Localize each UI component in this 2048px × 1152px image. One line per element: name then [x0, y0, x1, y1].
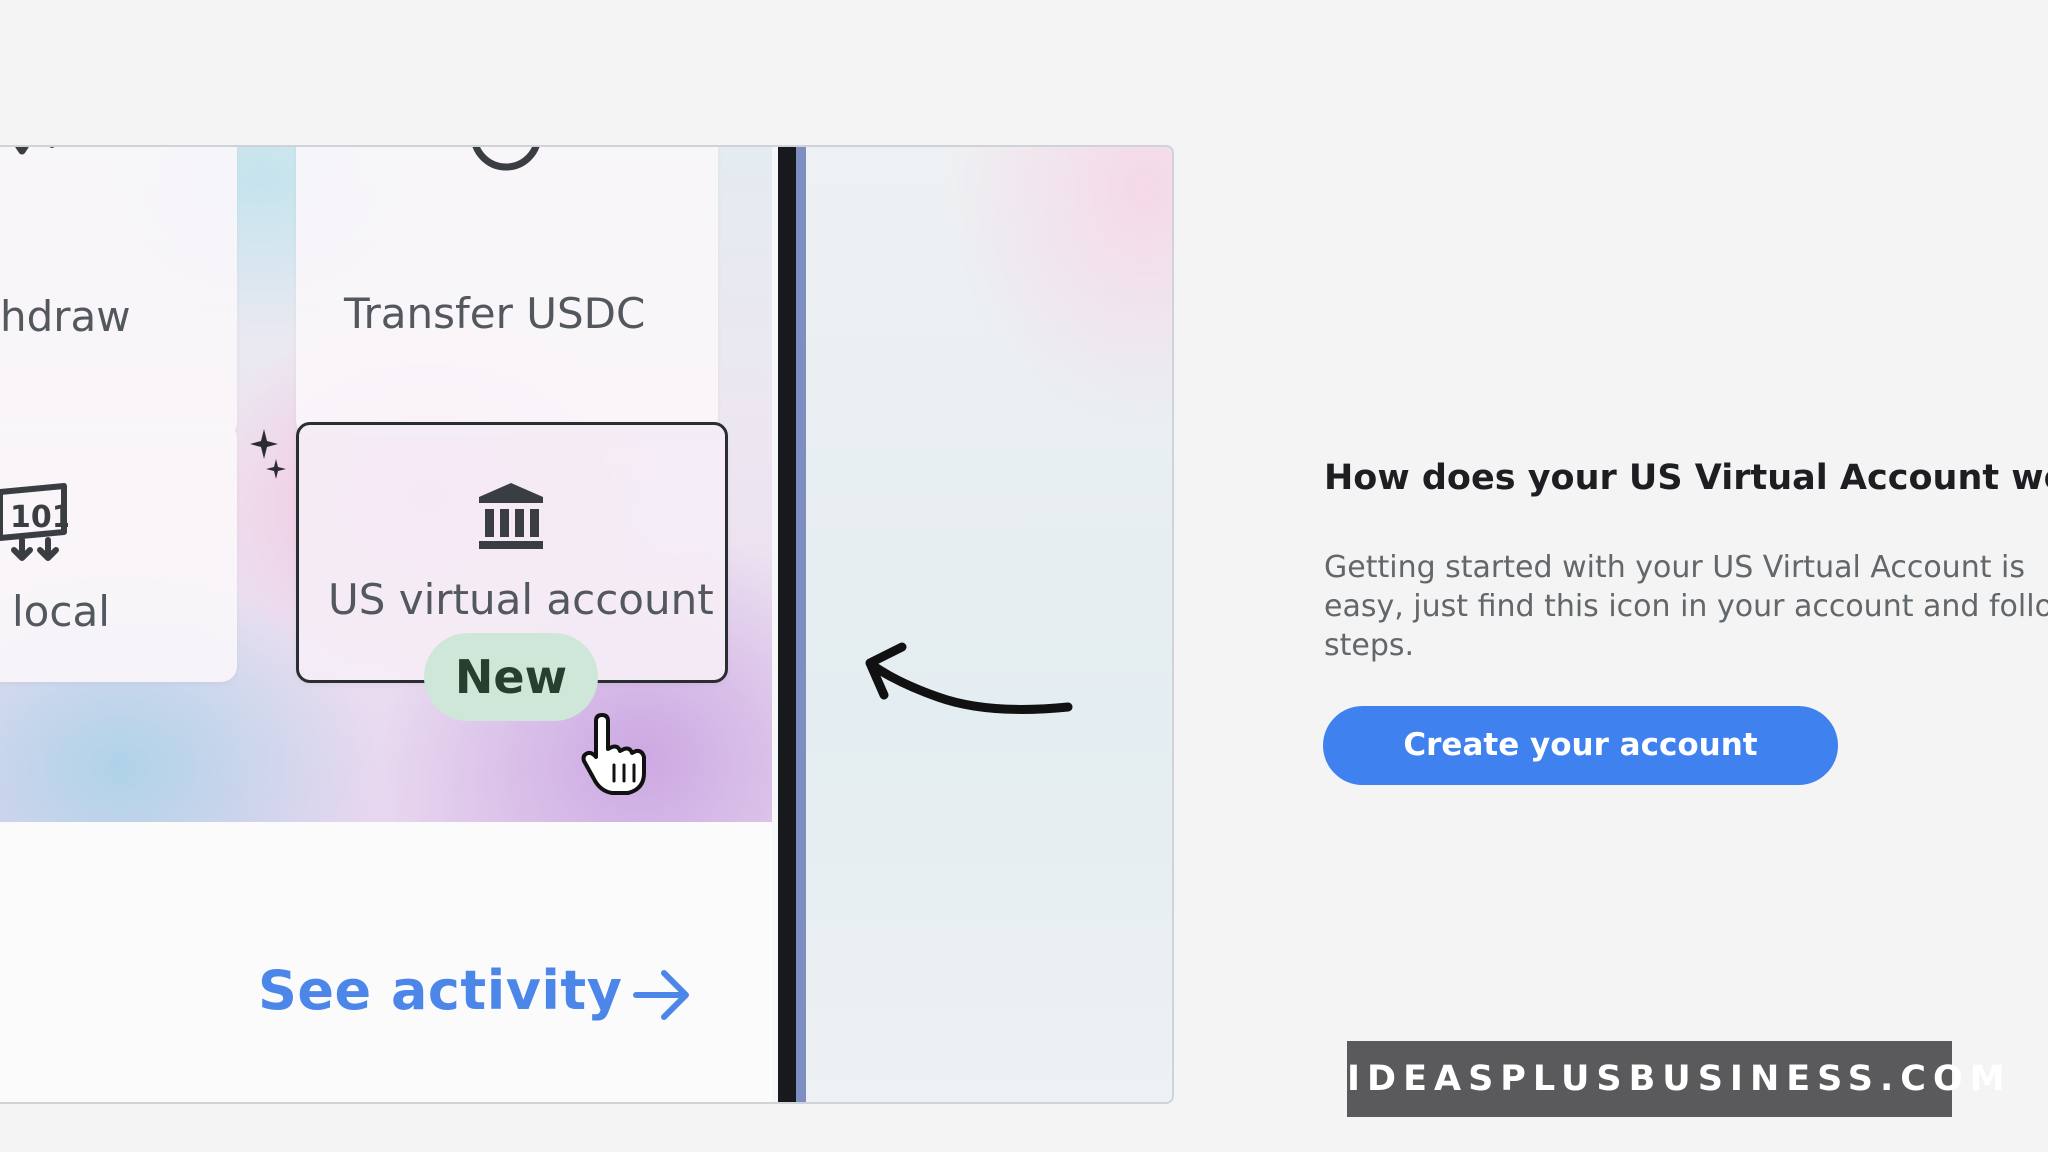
create-account-button[interactable]: Create your account [1323, 706, 1838, 785]
hand-cursor-icon [581, 713, 646, 795]
new-badge: New [424, 633, 598, 721]
info-body-line: steps. [1324, 628, 1415, 663]
side-background [806, 147, 1172, 1102]
bank-icon [479, 483, 543, 549]
app-preview-panel: hdraw Transfer USDC 101 local US virtual… [0, 145, 1174, 1104]
withdraw-card[interactable]: hdraw [0, 147, 237, 439]
device-edge-highlight [796, 147, 806, 1102]
svg-text:101: 101 [10, 500, 68, 535]
info-body: Getting started with your US Virtual Acc… [1324, 548, 2048, 665]
see-activity-link[interactable]: See activity [258, 959, 622, 1022]
arrow-right-icon[interactable] [632, 965, 694, 1025]
info-body-line: Getting started with your US Virtual Acc… [1324, 550, 2025, 585]
local-label: local [12, 587, 110, 636]
watermark: IDEASPLUSBUSINESS.COM [1347, 1041, 2005, 1117]
transfer-usdc-card[interactable]: Transfer USDC [296, 147, 718, 437]
pointer-arrow-icon [865, 642, 1073, 714]
withdraw-label: hdraw [0, 292, 131, 341]
us-virtual-account-label: US virtual account [328, 575, 714, 624]
money-local-icon: 101 [0, 483, 68, 561]
local-card[interactable]: 101 local [0, 422, 237, 682]
sparkle-icon [250, 429, 286, 479]
withdraw-icon [15, 147, 55, 155]
device-edge [778, 147, 796, 1102]
info-body-line: easy, just find this icon in your accoun… [1324, 589, 2048, 624]
transfer-icon [472, 147, 540, 171]
transfer-usdc-label: Transfer USDC [344, 289, 646, 338]
info-title: How does your US Virtual Account work? [1324, 458, 2048, 498]
